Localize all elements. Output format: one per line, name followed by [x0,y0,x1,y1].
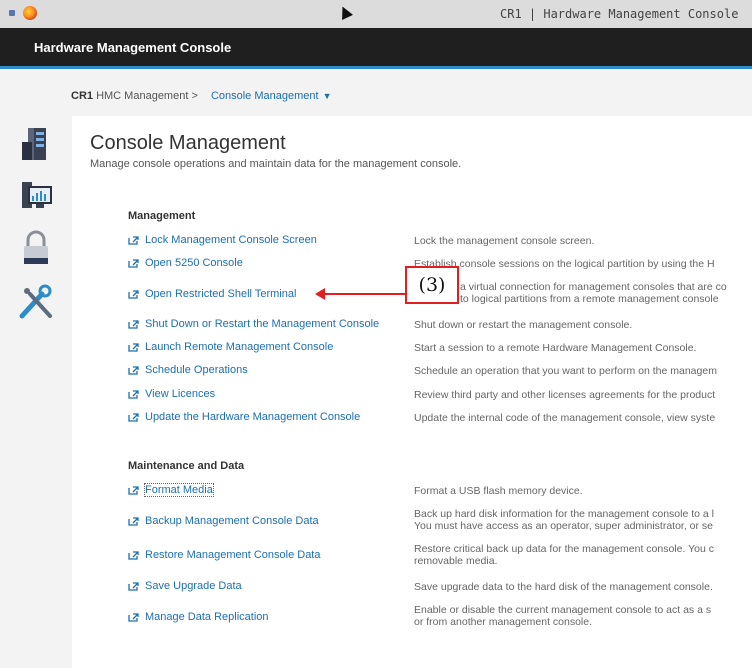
annotation-arrow [323,293,405,295]
breadcrumb: CR1 HMC Management > Console Management ▼ [71,90,331,102]
task-label[interactable]: Restore Management Console Data [145,549,320,561]
external-link-icon [128,258,139,268]
window-title: CR1 | Hardware Management Console [500,7,739,21]
task-description: Establish console sessions on the logica… [414,258,715,270]
chevron-down-icon[interactable]: ▼ [323,91,332,101]
task-label[interactable]: Open 5250 Console [145,257,243,269]
task-description: Format a USB flash memory device. [414,485,583,497]
task-label[interactable]: Backup Management Console Data [145,515,319,527]
task-description: Restore critical back up data for the ma… [414,543,715,567]
task-description: Shut down or restart the management cons… [414,319,633,331]
breadcrumb-parent[interactable]: HMC Management > [96,90,198,102]
task-label[interactable]: Launch Remote Management Console [145,341,333,353]
lock-icon[interactable] [16,228,56,268]
external-link-icon [128,235,139,245]
external-link-icon [128,389,139,399]
task-label[interactable]: Format Media [144,483,214,497]
external-link-icon [128,365,139,375]
tools-icon[interactable] [16,282,56,322]
external-link-icon [128,581,139,591]
task-label[interactable]: Manage Data Replication [145,611,269,623]
external-link-icon [128,342,139,352]
task-description: Back up hard disk information for the ma… [414,508,714,532]
external-link-icon [128,550,139,560]
task-description: Lock the management console screen. [414,235,595,247]
task-link-restore-data[interactable]: Restore Management Console Data [128,549,320,561]
app-title: Hardware Management Console [34,40,232,55]
task-link-open-restricted-shell-terminal[interactable]: Open Restricted Shell Terminal [128,288,296,300]
task-link-format-media[interactable]: Format Media [128,483,214,497]
section-title-management: Management [128,210,196,222]
task-link-schedule-operations[interactable]: Schedule Operations [128,364,248,376]
task-label[interactable]: View Licences [145,388,215,400]
external-link-icon [128,612,139,622]
external-link-icon [128,412,139,422]
mouse-cursor-icon [337,4,353,20]
task-label[interactable]: Shut Down or Restart the Management Cons… [145,318,379,330]
task-link-manage-data-replication[interactable]: Manage Data Replication [128,611,269,623]
task-label[interactable]: Schedule Operations [145,364,248,376]
task-link-update-hmc[interactable]: Update the Hardware Management Console [128,411,360,423]
annotation-callout: (3) [405,266,459,304]
task-link-view-licences[interactable]: View Licences [128,388,215,400]
console-monitor-icon[interactable] [16,174,56,214]
task-label[interactable]: Save Upgrade Data [145,580,242,592]
sidebar [0,116,72,668]
task-link-lock-screen[interactable]: Lock Management Console Screen [128,234,317,246]
external-link-icon [128,516,139,526]
window-menu-icon[interactable] [9,10,15,16]
task-link-shut-down-restart[interactable]: Shut Down or Restart the Management Cons… [128,318,379,330]
section-title-maintenance-and-data: Maintenance and Data [128,460,245,472]
browser-logo-icon [23,6,37,20]
page-subtitle: Manage console operations and maintain d… [90,158,462,170]
task-description: Schedule an operation that you want to p… [414,365,717,377]
task-link-save-upgrade-data[interactable]: Save Upgrade Data [128,580,242,592]
breadcrumb-current[interactable]: Console Management [211,90,319,102]
task-label[interactable]: Update the Hardware Management Console [145,411,360,423]
task-description: Enable or disable the current management… [414,604,712,628]
task-link-launch-remote-console[interactable]: Launch Remote Management Console [128,341,333,353]
task-description: Review third party and other licenses ag… [414,389,716,401]
task-description: Start a session to a remote Hardware Man… [414,342,697,354]
server-resources-icon[interactable] [16,124,56,164]
external-link-icon [128,289,139,299]
task-description: Update the internal code of the manageme… [414,412,716,424]
app-header: Hardware Management Console [0,28,752,66]
arrow-left-icon [315,288,325,300]
breadcrumb-system[interactable]: CR1 [71,90,93,102]
task-description: a virtual connection for management cons… [460,281,727,305]
task-link-backup-data[interactable]: Backup Management Console Data [128,515,319,527]
page-title: Console Management [90,132,286,154]
window-titlebar: CR1 | Hardware Management Console [0,0,752,29]
external-link-icon [128,485,139,495]
task-description: Save upgrade data to the hard disk of th… [414,581,713,593]
task-label[interactable]: Open Restricted Shell Terminal [145,288,296,300]
external-link-icon [128,319,139,329]
task-label[interactable]: Lock Management Console Screen [145,234,317,246]
task-link-open-5250-console[interactable]: Open 5250 Console [128,257,243,269]
